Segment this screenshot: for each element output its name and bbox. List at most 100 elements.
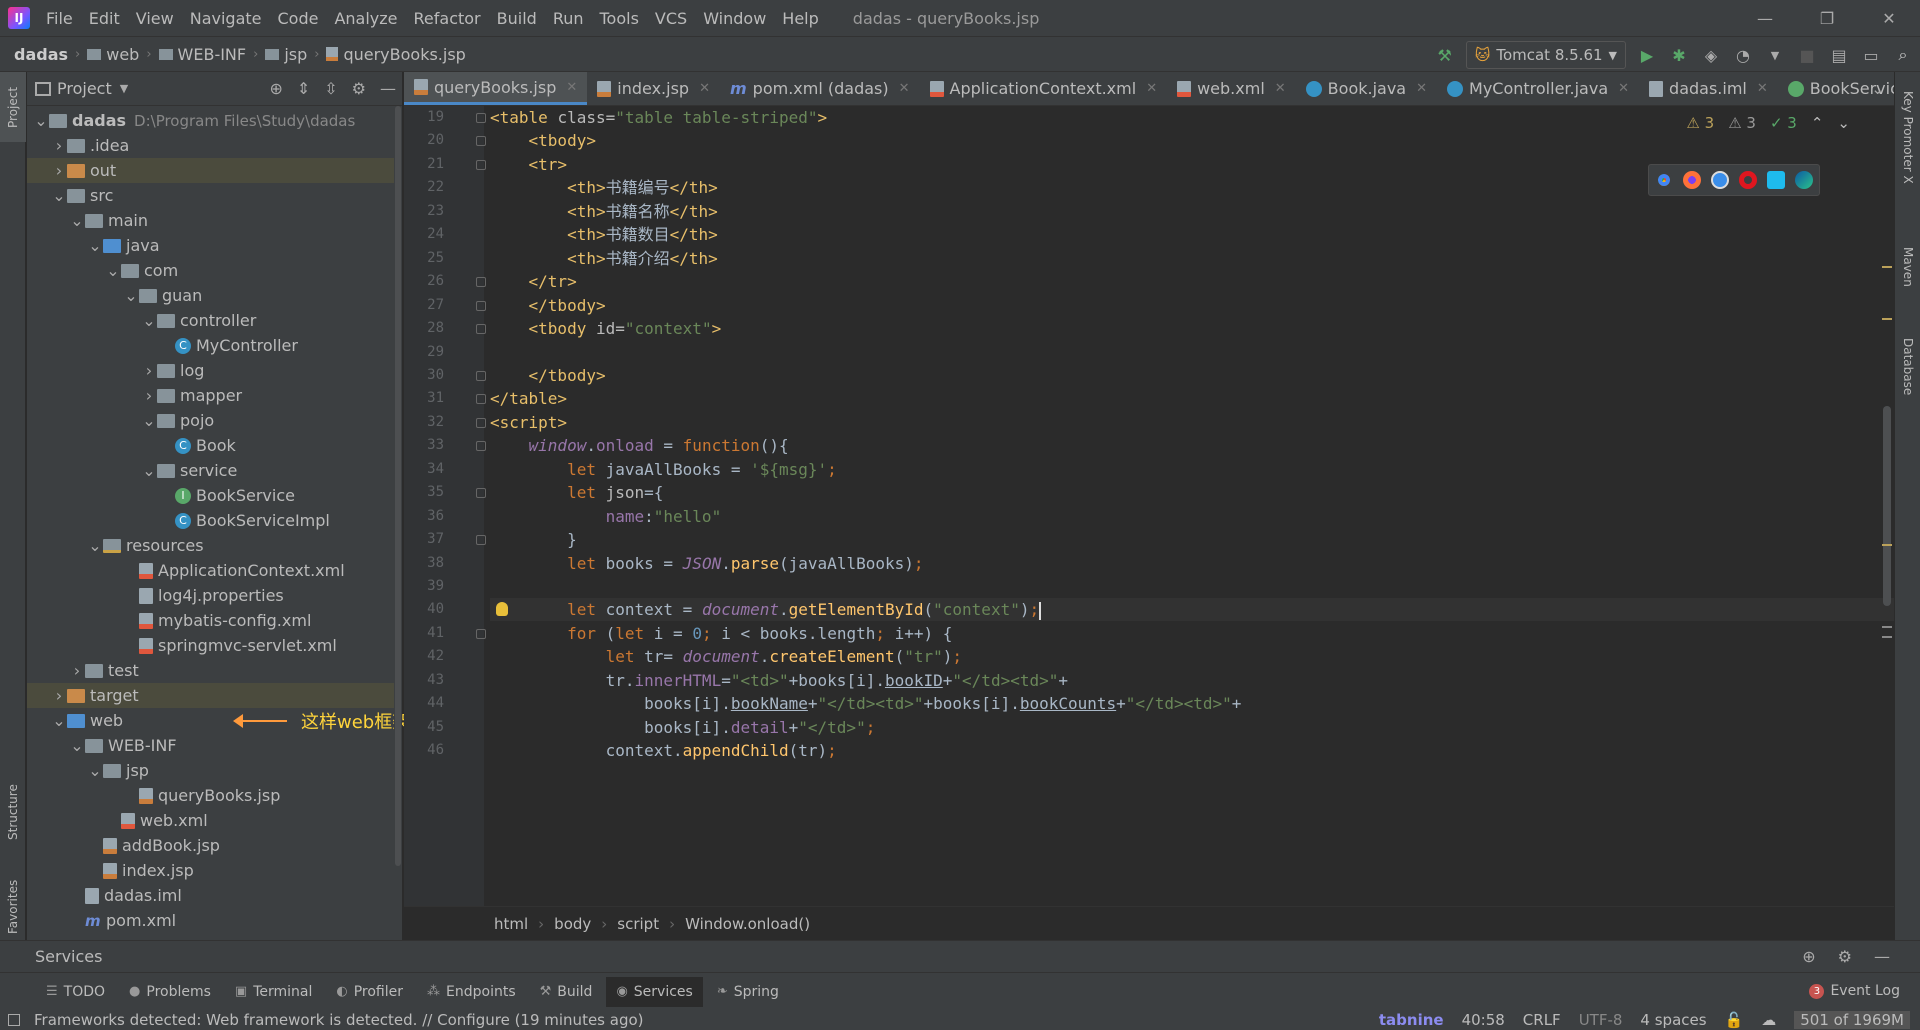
warning-marker[interactable] [1882,544,1892,546]
tool-window-endpoints[interactable]: ⁂ Endpoints [417,977,526,1007]
close-tab-icon[interactable]: ✕ [566,80,577,95]
fold-marker-icon[interactable] [476,159,486,170]
chevron-down-icon[interactable]: ▼ [120,82,128,95]
menu-refactor[interactable]: Refactor [406,9,489,28]
status-message[interactable]: Frameworks detected: Web framework is de… [34,1011,644,1029]
expand-all-icon[interactable]: ⇕ [297,79,310,98]
fold-marker-icon[interactable] [476,628,486,639]
tree-item-index-jsp[interactable]: index.jsp [27,858,402,883]
chevron-down-icon[interactable]: ⌄ [87,536,103,555]
tree-scrollbar[interactable] [394,106,402,866]
tree-item-querybooks-jsp[interactable]: queryBooks.jsp [27,783,402,808]
run-configuration-select[interactable]: 🐱 Tomcat 8.5.61 ▼ [1465,41,1626,69]
editor-breadcrumb-item[interactable]: body [554,915,591,933]
tree-item-controller[interactable]: ⌄ controller [27,308,402,333]
gear-icon[interactable]: ⚙ [352,79,366,98]
tree-item-guan[interactable]: ⌄ guan [27,283,402,308]
tool-window-todo[interactable]: ☰ TODO [36,977,115,1007]
code-editor[interactable]: 19 20 21 22 23 24 25 26 27 28 29 30 31 32 33 34 35 36 37 38… [404,106,1894,906]
maven-tool-tab[interactable]: Maven [1895,232,1920,302]
ie-icon[interactable] [1767,171,1785,189]
tab-web-xml[interactable]: web.xml ✕ [1167,72,1296,105]
edge-icon[interactable] [1795,171,1813,189]
tool-window-build[interactable]: ⚒ Build [530,977,603,1007]
chevron-down-icon[interactable]: ⌄ [105,261,121,280]
tree-item-pojo[interactable]: ⌄ pojo [27,408,402,433]
stop-icon[interactable]: ■ [1796,44,1818,66]
event-log-button[interactable]: 3 Event Log [1809,972,1900,1010]
close-tab-icon[interactable]: ✕ [1618,81,1629,96]
tab-index-jsp[interactable]: index.jsp ✕ [587,72,720,105]
menu-edit[interactable]: Edit [81,9,128,28]
intention-bulb-icon[interactable] [496,602,508,617]
editor-breadcrumb-item[interactable]: script [617,915,659,933]
tool-window-problems[interactable]: ● Problems [119,977,221,1007]
warning-marker[interactable] [1882,266,1892,268]
close-icon[interactable]: ✕ [1858,0,1920,36]
chevron-down-icon[interactable]: ⌄ [123,286,139,305]
tree-item--idea[interactable]: › .idea [27,133,402,158]
chevron-down-icon[interactable]: ⌄ [141,411,157,430]
tree-item-com[interactable]: ⌄ com [27,258,402,283]
favorites-tool-tab[interactable]: Favorites [0,872,26,942]
editor-breadcrumb-item[interactable]: Window.onload() [685,915,810,933]
chrome-icon[interactable] [1655,171,1673,189]
lock-icon[interactable]: 🔓 [1725,1011,1744,1029]
tree-item-dadas-iml[interactable]: dadas.iml [27,883,402,908]
close-tab-icon[interactable]: ✕ [1275,81,1286,96]
tree-item-main[interactable]: ⌄ main [27,208,402,233]
tree-item-mycontroller[interactable]: C MyController [27,333,402,358]
breadcrumb-item[interactable]: queryBooks.jsp [343,45,465,64]
editor-breadcrumb-item[interactable]: html [494,915,528,933]
fold-marker-icon[interactable] [476,136,486,147]
tab-querybooks-jsp[interactable]: queryBooks.jsp ✕ [404,72,588,105]
chevron-down-icon[interactable]: ⌄ [51,186,67,205]
tabnine-status[interactable]: tabnine [1379,1011,1444,1029]
fold-marker-icon[interactable] [476,370,486,381]
chevron-down-icon[interactable]: ⌄ [141,311,157,330]
chevron-down-icon[interactable]: ⌄ [141,461,157,480]
status-square-icon[interactable] [8,1014,20,1026]
chevron-down-icon[interactable]: ⌄ [51,711,67,730]
close-tab-icon[interactable]: ✕ [1416,81,1427,96]
chevron-down-icon[interactable]: ⌄ [87,761,103,780]
tree-item-bookservice[interactable]: I BookService [27,483,402,508]
fold-marker-icon[interactable] [476,113,486,123]
tree-item-target[interactable]: › target [27,683,402,708]
fold-marker-icon[interactable] [476,535,486,546]
chevron-right-icon[interactable]: › [141,386,157,405]
caret-position[interactable]: 40:58 [1462,1011,1505,1029]
tree-item-jsp[interactable]: ⌄ jsp [27,758,402,783]
fold-marker-icon[interactable] [476,300,486,311]
file-encoding[interactable]: UTF-8 [1579,1011,1623,1029]
tool-window-terminal[interactable]: ▣ Terminal [225,977,322,1007]
warning-marker[interactable] [1882,318,1892,320]
tree-item-log4j-properties[interactable]: log4j.properties [27,583,402,608]
profile-icon[interactable]: ◔ [1732,44,1754,66]
inspection-widget[interactable]: ⚠ 3 ⚠ 3 ✓ 3 ⌃ ⌄ [1686,114,1850,132]
structure-tool-tab[interactable]: Structure [0,772,26,852]
tree-item-book[interactable]: C Book [27,433,402,458]
tree-item-bookserviceimpl[interactable]: C BookServiceImpl [27,508,402,533]
run-icon[interactable]: ▶ [1636,44,1658,66]
hide-icon[interactable]: — [380,79,396,98]
tool-window-profiler[interactable]: ◐ Profiler [326,977,413,1007]
fold-marker-icon[interactable] [476,394,486,405]
menu-file[interactable]: File [38,9,81,28]
minimize-icon[interactable]: — [1734,0,1796,36]
tree-item-out[interactable]: › out [27,158,402,183]
tree-item-java[interactable]: ⌄ java [27,233,402,258]
hide-icon[interactable]: — [1874,947,1890,966]
menu-help[interactable]: Help [774,9,826,28]
fold-marker-icon[interactable] [476,417,486,428]
tree-item-src[interactable]: ⌄ src [27,183,402,208]
chevron-right-icon[interactable]: › [69,661,85,680]
close-tab-icon[interactable]: ✕ [899,81,910,96]
menu-tools[interactable]: Tools [592,9,647,28]
breadcrumb-item[interactable]: dadas [14,45,68,64]
tree-item-web-xml[interactable]: web.xml [27,808,402,833]
chevron-right-icon[interactable]: › [51,136,67,155]
tree-item-pom-xml[interactable]: m pom.xml [27,908,402,933]
fold-marker-icon[interactable] [476,488,486,499]
locate-icon[interactable]: ⊕ [269,79,282,98]
